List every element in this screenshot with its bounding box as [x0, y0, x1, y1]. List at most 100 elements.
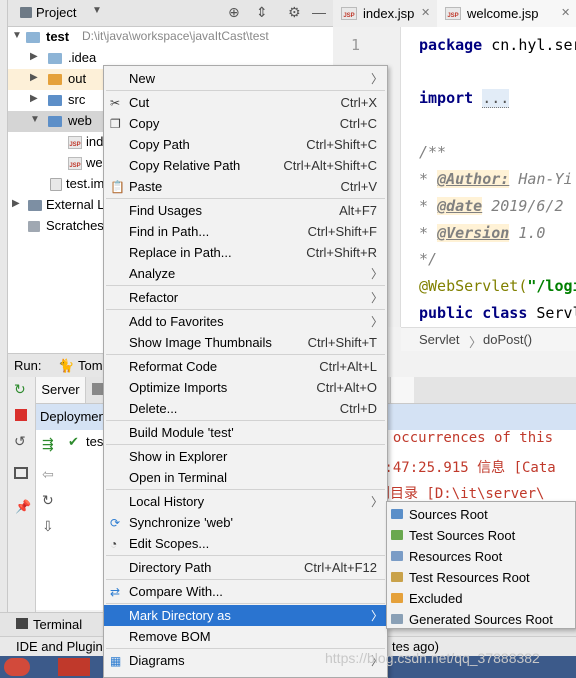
menu-item-compare-with[interactable]: ⇄ Compare With... — [104, 581, 387, 602]
menu-item-new[interactable]: New 〉 — [104, 68, 387, 89]
import-fold[interactable]: ... — [482, 89, 510, 108]
locate-icon[interactable]: ⊕ — [228, 4, 240, 21]
hide-icon[interactable]: — — [312, 4, 326, 20]
menu-label: Show in Explorer — [129, 449, 228, 464]
menu-separator — [106, 648, 385, 649]
annotation: @WebServlet( — [419, 277, 528, 295]
code-line-date: * @date 2019/6/2 — [419, 197, 564, 215]
submenu-label: Generated Sources Root — [409, 612, 553, 627]
menu-label: Edit Scopes... — [129, 536, 210, 551]
menu-item-find-usages[interactable]: Find Usages Alt+F7 — [104, 200, 387, 221]
menu-separator — [106, 444, 385, 445]
chevron-right-icon[interactable]: ▶ — [12, 198, 20, 209]
download-icon[interactable]: ⇩ — [42, 518, 54, 535]
start-icon[interactable] — [4, 658, 30, 676]
menu-item-refactor[interactable]: Refactor 〉 — [104, 287, 387, 308]
compare-icon: ⇄ — [110, 585, 121, 599]
menu-separator — [106, 603, 385, 604]
menu-shortcut: Ctrl+Alt+L — [319, 359, 377, 374]
menu-item-show-in-explorer[interactable]: Show in Explorer — [104, 446, 387, 467]
menu-item-directory-path[interactable]: Directory Path Ctrl+Alt+F12 — [104, 557, 387, 578]
pin-icon[interactable]: 📌 — [15, 499, 31, 515]
code-line-package: package cn.hyl.ser — [419, 36, 576, 54]
menu-item-copy-path[interactable]: Copy Path Ctrl+Shift+C — [104, 134, 387, 155]
code-line-doc-close: */ — [419, 250, 437, 268]
tab-welcome-jsp[interactable]: JSP welcome.jsp ✕ — [437, 0, 576, 27]
status-text: IDE and Plugin — [16, 639, 103, 654]
tree-item-test[interactable]: ▼ test D:\it\java\workspace\javaItCast\t… — [8, 27, 333, 48]
menu-item-build-module[interactable]: Build Module 'test' — [104, 422, 387, 443]
submenu-item-test-sources-root[interactable]: Test Sources Root — [387, 525, 575, 546]
deploy-icon[interactable]: ⇶ — [42, 436, 54, 453]
code-editor[interactable]: package cn.hyl.ser import ... /** * @Aut… — [401, 27, 576, 327]
menu-item-open-in-terminal[interactable]: Open in Terminal — [104, 467, 387, 488]
undeploy-icon[interactable]: ⇦ — [42, 466, 54, 483]
console-line: 9:47:25.915 信息 [Cata — [376, 460, 556, 476]
sync-icon: ⟳ — [110, 516, 121, 530]
menu-item-paste[interactable]: 📋 Paste Ctrl+V — [104, 176, 387, 197]
rerun-icon[interactable]: ↻ — [14, 381, 26, 398]
chevron-down-icon[interactable]: ▼ — [30, 114, 40, 125]
menu-item-synchronize[interactable]: ⟳ Synchronize 'web' — [104, 512, 387, 533]
menu-separator — [106, 354, 385, 355]
chevron-right-icon[interactable]: ▶ — [30, 93, 38, 104]
doc-tag: @date — [437, 197, 483, 215]
menu-item-add-to-favorites[interactable]: Add to Favorites 〉 — [104, 311, 387, 332]
menu-shortcut: Ctrl+C — [339, 116, 377, 131]
close-icon[interactable]: ✕ — [561, 0, 570, 27]
menu-item-show-image-thumbnails[interactable]: Show Image Thumbnails Ctrl+Shift+T — [104, 332, 387, 353]
stop-icon[interactable] — [15, 409, 27, 421]
scope-icon: ◔ — [110, 537, 118, 551]
menu-item-edit-scopes[interactable]: ◔ Edit Scopes... — [104, 533, 387, 554]
jsp-file-icon: JSP — [445, 7, 461, 20]
chevron-right-icon[interactable]: ▶ — [30, 51, 38, 62]
menu-item-delete[interactable]: Delete... Ctrl+D — [104, 398, 387, 419]
gear-icon[interactable]: ⚙ — [288, 4, 301, 21]
collapse-icon[interactable]: ⇕ — [256, 4, 268, 21]
menu-shortcut: Ctrl+X — [340, 95, 377, 110]
menu-item-copy-relative-path[interactable]: Copy Relative Path Ctrl+Alt+Shift+C — [104, 155, 387, 176]
menu-item-reformat-code[interactable]: Reformat Code Ctrl+Alt+L — [104, 356, 387, 377]
menu-separator — [106, 420, 385, 421]
tab-terminal[interactable]: Terminal — [33, 617, 82, 632]
submenu-item-resources-root[interactable]: Resources Root — [387, 546, 575, 567]
terminal-icon — [16, 618, 28, 629]
chevron-down-icon[interactable]: ▼ — [12, 30, 22, 41]
menu-item-find-in-path[interactable]: Find in Path... Ctrl+Shift+F — [104, 221, 387, 242]
app-icon[interactable] — [58, 658, 90, 676]
run-config-tab[interactable]: Tom — [78, 358, 103, 373]
chevron-down-icon[interactable]: ▼ — [92, 5, 102, 16]
close-icon[interactable]: ✕ — [421, 0, 430, 27]
menu-item-analyze[interactable]: Analyze 〉 — [104, 263, 387, 284]
code-line-class: public class Servl — [419, 304, 576, 322]
chevron-right-icon[interactable]: ▶ — [30, 72, 38, 83]
breadcrumb: Servlet 〉 doPost() — [401, 327, 576, 351]
menu-item-local-history[interactable]: Local History 〉 — [104, 491, 387, 512]
menu-shortcut: Ctrl+D — [339, 401, 377, 416]
menu-shortcut: Ctrl+V — [340, 179, 377, 194]
menu-item-copy[interactable]: ❐ Copy Ctrl+C — [104, 113, 387, 134]
menu-item-optimize-imports[interactable]: Optimize Imports Ctrl+Alt+O — [104, 377, 387, 398]
layout-icon[interactable] — [14, 467, 28, 479]
project-panel-title[interactable]: Project — [36, 5, 76, 20]
menu-label: Directory Path — [129, 560, 212, 575]
refresh-icon[interactable]: ↻ — [42, 492, 54, 509]
chevron-right-icon: 〉 — [370, 72, 383, 86]
submenu-item-excluded[interactable]: Excluded — [387, 588, 575, 609]
submenu-item-generated-sources-root[interactable]: Generated Sources Root — [387, 609, 575, 630]
menu-item-remove-bom[interactable]: Remove BOM — [104, 626, 387, 647]
chevron-right-icon: 〉 — [370, 495, 383, 509]
submenu-item-test-resources-root[interactable]: Test Resources Root — [387, 567, 575, 588]
breadcrumb-item[interactable]: Servlet — [419, 332, 459, 347]
submenu-item-sources-root[interactable]: Sources Root — [387, 504, 575, 525]
menu-item-cut[interactable]: ✂ Cut Ctrl+X — [104, 92, 387, 113]
tab-index-jsp[interactable]: JSP index.jsp ✕ — [333, 0, 437, 27]
keyword: package — [419, 36, 483, 54]
tab-server[interactable]: Server — [36, 377, 86, 403]
menu-shortcut: Ctrl+Shift+T — [307, 335, 377, 350]
menu-item-replace-in-path[interactable]: Replace in Path... Ctrl+Shift+R — [104, 242, 387, 263]
breadcrumb-item[interactable]: doPost() — [483, 332, 532, 347]
menu-item-mark-directory-as[interactable]: Mark Directory as 〉 — [104, 605, 387, 626]
console-tab[interactable] — [390, 377, 414, 403]
restart-icon[interactable]: ↺ — [14, 433, 26, 450]
